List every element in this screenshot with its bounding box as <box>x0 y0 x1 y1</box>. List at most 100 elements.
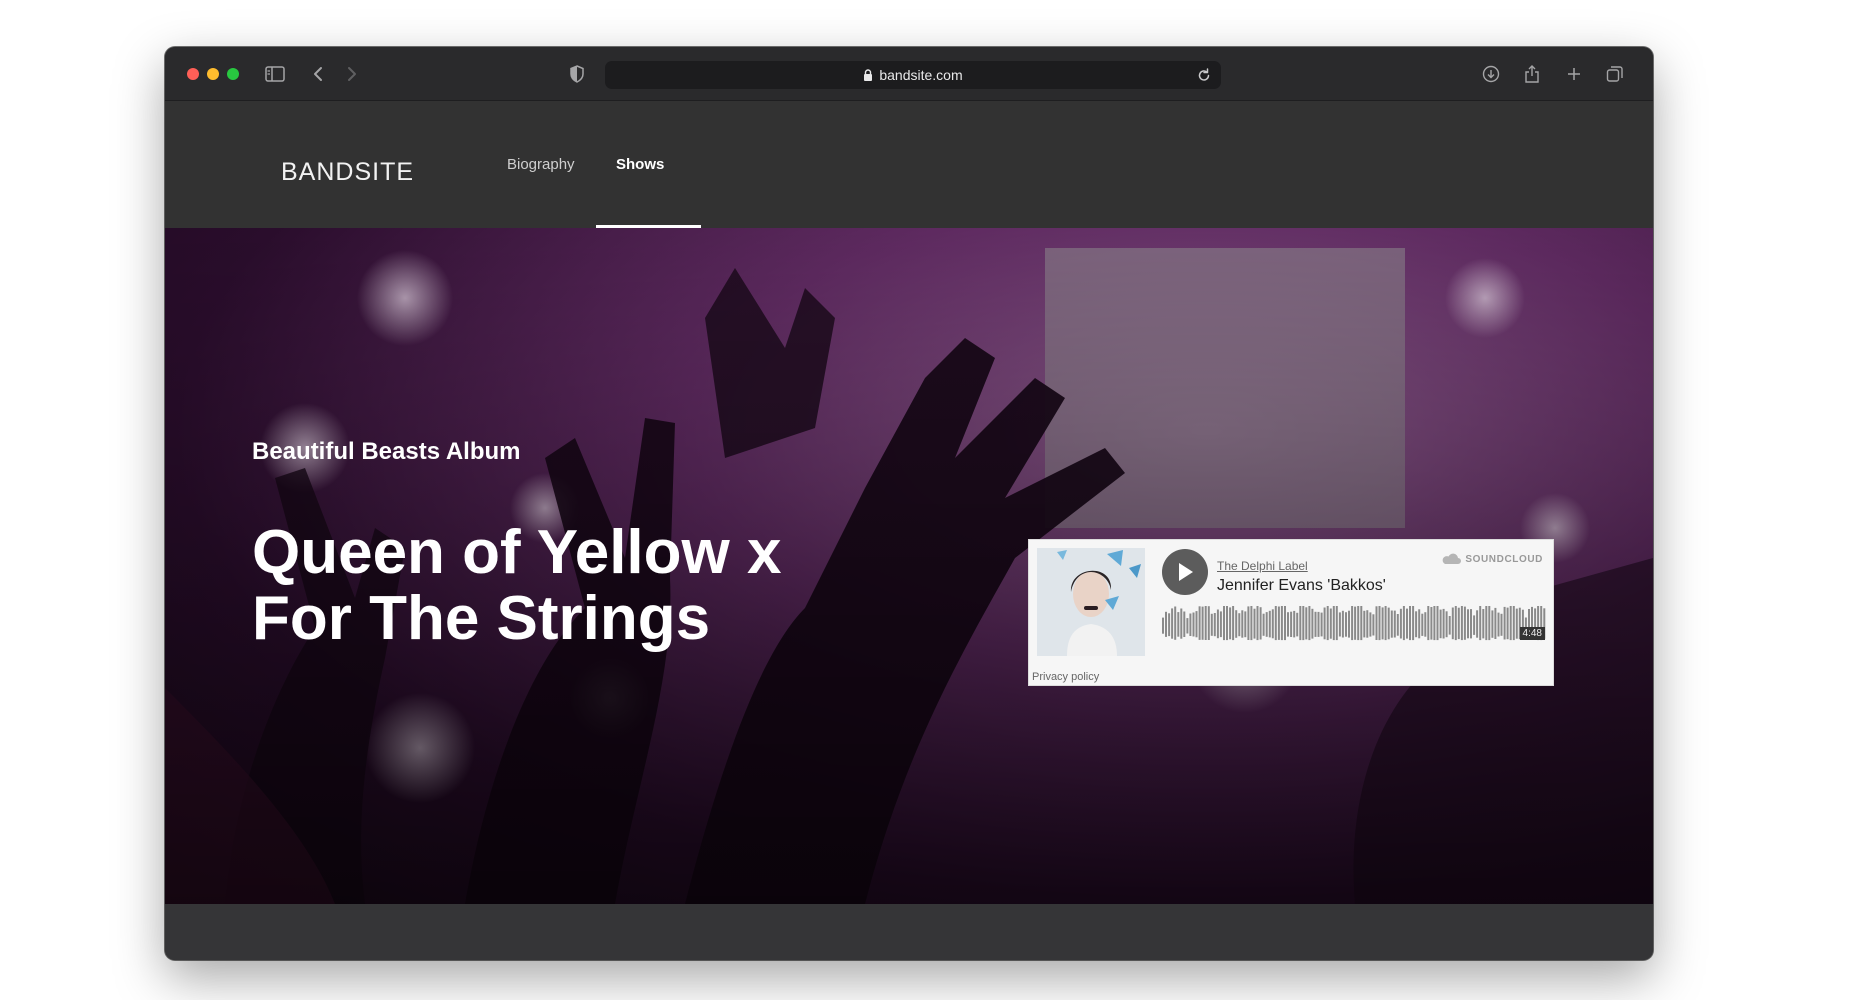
waveform-bar <box>1351 606 1354 641</box>
track-title[interactable]: Jennifer Evans 'Bakkos' <box>1217 577 1386 595</box>
waveform-bar <box>1311 608 1314 639</box>
waveform-scrubber[interactable] <box>1162 604 1546 652</box>
downloads-icon[interactable] <box>1479 63 1503 85</box>
waveform-bar <box>1442 608 1445 639</box>
waveform-bar <box>1189 613 1192 636</box>
waveform-bar <box>1326 606 1329 641</box>
minimize-window-button[interactable] <box>207 68 219 80</box>
waveform-bar <box>1210 613 1213 636</box>
waveform-bar <box>1293 610 1296 638</box>
back-arrow-icon[interactable] <box>306 63 330 85</box>
site-logo[interactable]: BANDSITE <box>281 158 414 187</box>
waveform-bar <box>1424 612 1427 637</box>
waveform-bar <box>1183 611 1186 637</box>
waveform-bar <box>1506 607 1509 640</box>
browser-window: bandsite.com BANDSITE Biography Shows Be… <box>165 47 1653 960</box>
waveform-bar <box>1357 606 1360 641</box>
close-window-button[interactable] <box>187 68 199 80</box>
nav-link-shows[interactable]: Shows <box>616 156 664 173</box>
track-artist-link[interactable]: The Delphi Label <box>1217 559 1308 573</box>
waveform-bar <box>1436 606 1439 641</box>
waveform-bar <box>1503 606 1506 640</box>
page-footer-band <box>165 904 1653 960</box>
waveform-bar <box>1415 611 1418 638</box>
lock-icon <box>863 69 873 81</box>
waveform-bar <box>1369 612 1372 637</box>
waveform-bar <box>1463 606 1466 640</box>
waveform-bar <box>1171 608 1174 639</box>
sidebar-toggle-icon[interactable] <box>263 63 287 85</box>
waveform-bar <box>1393 610 1396 638</box>
waveform-bar <box>1290 611 1293 637</box>
waveform-bar <box>1216 609 1219 639</box>
play-button[interactable] <box>1162 549 1208 595</box>
waveform-bar <box>1299 606 1302 641</box>
waveform-bar <box>1509 606 1512 641</box>
waveform-bar <box>1274 606 1277 641</box>
waveform-bar <box>1457 607 1460 640</box>
waveform-bar <box>1512 606 1515 641</box>
reload-icon[interactable] <box>1197 67 1211 86</box>
waveform-bar <box>1162 617 1164 634</box>
address-bar[interactable]: bandsite.com <box>605 61 1221 89</box>
waveform-bar <box>1213 613 1216 637</box>
site-header: BANDSITE Biography Shows <box>165 101 1653 228</box>
soundcloud-logo[interactable]: SOUNDCLOUD <box>1439 553 1543 565</box>
waveform-bar <box>1348 610 1350 638</box>
album-art-image[interactable] <box>1037 548 1145 656</box>
waveform-bar <box>1287 612 1289 637</box>
waveform-bar <box>1177 612 1180 637</box>
waveform-bar <box>1244 611 1247 638</box>
waveform-bar <box>1314 611 1317 637</box>
waveform-bar <box>1439 609 1442 639</box>
waveform-bar <box>1341 610 1344 638</box>
waveform-bar <box>1271 609 1274 639</box>
waveform-bar <box>1204 606 1207 640</box>
new-tab-plus-icon[interactable] <box>1562 63 1586 85</box>
tab-overview-icon[interactable] <box>1603 63 1627 85</box>
waveform-bar <box>1479 606 1482 641</box>
waveform-bar <box>1296 612 1299 637</box>
waveform-bar <box>1454 606 1457 641</box>
hero-section: Beautiful Beasts Album Queen of Yellow x… <box>165 228 1653 904</box>
waveform-bar <box>1329 608 1332 639</box>
waveform-bar <box>1235 610 1238 638</box>
waveform-bar <box>1409 606 1411 641</box>
waveform-bar <box>1473 615 1476 635</box>
waveform-bar <box>1485 606 1488 641</box>
privacy-policy-link[interactable]: Privacy policy <box>1032 671 1099 683</box>
forward-arrow-icon[interactable] <box>340 63 364 85</box>
share-icon[interactable] <box>1520 63 1544 85</box>
soundcloud-cloud-icon <box>1442 553 1462 564</box>
waveform-bar <box>1256 606 1259 641</box>
waveform-bar <box>1174 606 1177 640</box>
soundcloud-player: The Delphi Label Jennifer Evans 'Bakkos'… <box>1028 539 1554 686</box>
waveform-bar <box>1494 607 1497 639</box>
nav-link-biography[interactable]: Biography <box>507 156 575 173</box>
waveform-bar <box>1192 612 1195 637</box>
waveform-bar <box>1165 611 1167 637</box>
waveform-bar <box>1448 616 1451 635</box>
privacy-shield-icon[interactable] <box>565 63 589 85</box>
waveform-bar <box>1354 606 1357 640</box>
waveform-bar <box>1195 611 1198 638</box>
waveform-bar <box>1375 606 1378 640</box>
waveform-bar <box>1268 610 1271 638</box>
waveform-bar <box>1219 611 1222 638</box>
waveform-bar <box>1238 613 1241 637</box>
waveform-bar <box>1402 606 1405 641</box>
waveform-bar <box>1302 606 1305 641</box>
waveform-bar <box>1482 609 1485 639</box>
waveform-bar <box>1320 612 1323 637</box>
waveform-bar <box>1430 607 1433 640</box>
waveform-bar <box>1223 606 1225 641</box>
waveform-bar <box>1406 608 1408 639</box>
maximize-window-button[interactable] <box>227 68 239 80</box>
waveform-bar <box>1305 607 1308 640</box>
waveform-bar <box>1433 606 1436 641</box>
waveform-bar <box>1284 606 1286 641</box>
waveform-bar <box>1250 606 1253 641</box>
waveform-bar <box>1323 607 1326 640</box>
waveform-bar <box>1317 611 1320 637</box>
waveform-bar <box>1277 606 1280 640</box>
